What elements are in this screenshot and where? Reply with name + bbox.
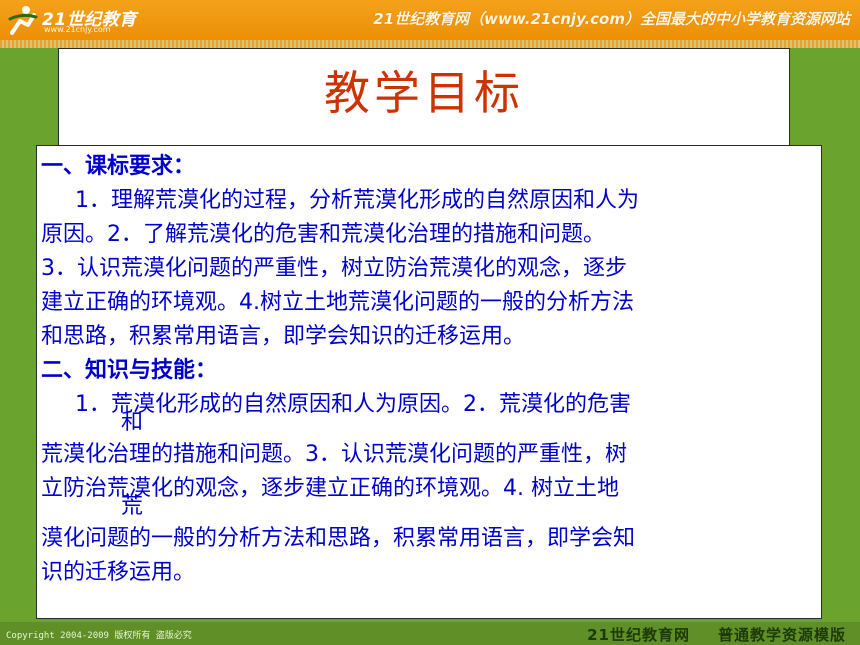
body-line: 原因。2．了解荒漠化的危害和荒漠化治理的措施和问题。 — [41, 222, 605, 247]
header-stripe-divider — [0, 40, 860, 48]
slide: 21世纪教育 www.21cnjy.com 21世纪教育网（www.21cnjy… — [0, 0, 860, 645]
body-line: 3．认识荒漠化问题的严重性，树立防治荒漠化的观念，逐步 — [41, 256, 627, 281]
site-header: 21世纪教育 www.21cnjy.com 21世纪教育网（www.21cnjy… — [0, 0, 860, 40]
footer-brand-template: 普通教学资源模版 — [717, 626, 846, 644]
body-line: 1．理解荒漠化的过程，分析荒漠化形成的自然原因和人为 — [75, 188, 639, 213]
body-line: 建立正确的环境观。4.树立土地荒漠化问题的一般的分析方法 — [41, 290, 634, 315]
copyright-text: Copyright 2004-2009 版权所有 盗版必究 — [6, 631, 192, 641]
slide-title: 教学目标 — [324, 66, 524, 120]
site-slogan: 21世纪教育网（www.21cnjy.com）全国最大的中小学教育资源网站 — [373, 10, 850, 28]
objectives-text-box[interactable]: 一、课标要求： 1．理解荒漠化的过程，分析荒漠化形成的自然原因和人为 原因。2．… — [36, 145, 822, 619]
footer-brand-site[interactable]: 21世纪教育网 — [587, 626, 690, 644]
logo-url: www.21cnjy.com — [44, 25, 111, 34]
body-line: 荒漠化治理的措施和问题。3．认识荒漠化问题的严重性，树 — [41, 442, 627, 467]
site-footer: Copyright 2004-2009 版权所有 盗版必究 21世纪教育网 普通教… — [0, 622, 860, 645]
body-line: 漠化问题的一般的分析方法和思路，积累常用语言，即学会知 — [41, 526, 636, 551]
body-line: 识的迁移运用。 — [41, 560, 196, 585]
body-line: 和思路，积累常用语言，即学会知识的迁移运用。 — [41, 324, 526, 349]
section-heading: 一、课标要求： — [41, 154, 196, 179]
runner-logo-icon — [8, 6, 38, 35]
footer-brand: 21世纪教育网 普通教学资源模版 — [587, 624, 846, 645]
title-panel: 教学目标 — [58, 48, 790, 150]
section-heading: 二、知识与技能： — [41, 358, 218, 383]
site-logo[interactable]: 21世纪教育 www.21cnjy.com — [6, 3, 156, 37]
